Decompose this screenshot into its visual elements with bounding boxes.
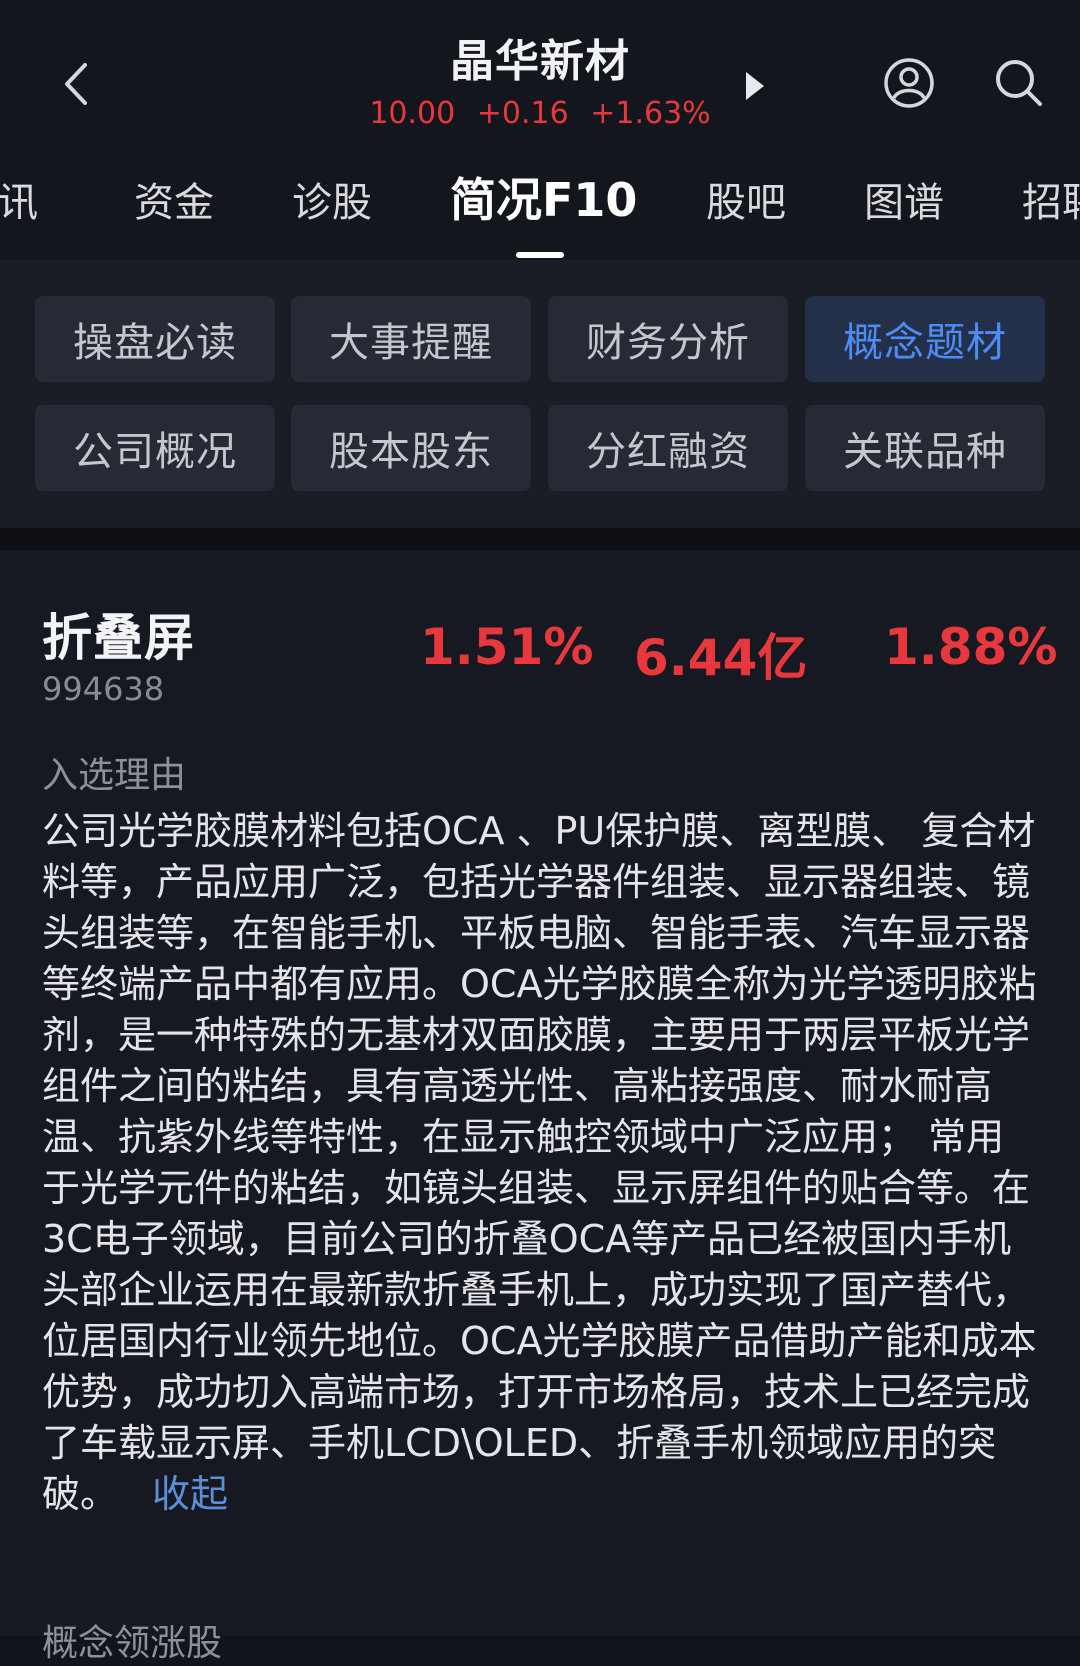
tab-graph[interactable]: 图谱: [864, 177, 944, 229]
tab-bar: 资讯 资金 诊股 简况F10 股吧 图谱 招聘: [0, 165, 1080, 260]
stock-change-pct: +1.63%: [590, 95, 711, 131]
next-stock-button[interactable]: [744, 66, 774, 106]
section-related[interactable]: 关联品种: [805, 405, 1045, 491]
tab-funds[interactable]: 资金: [134, 177, 214, 229]
search-button[interactable]: [992, 56, 1046, 110]
reason-text: 公司光学胶膜材料包括OCA 、PU保护膜、离型膜、 复合材料等，产品应用广泛，包…: [42, 806, 1042, 1520]
stock-change: +0.16: [476, 95, 569, 131]
section-company-profile[interactable]: 公司概况: [35, 405, 275, 491]
section-divider: [0, 528, 1080, 550]
section-trading-guide[interactable]: 操盘必读: [35, 296, 275, 382]
collapse-link[interactable]: 收起: [152, 1472, 228, 1516]
section-dividends[interactable]: 分红融资: [548, 405, 788, 491]
concept-stat-pct: 1.88%: [884, 618, 1058, 676]
section-shareholders[interactable]: 股本股东: [291, 405, 531, 491]
tab-forum[interactable]: 股吧: [706, 177, 786, 229]
tab-diagnosis[interactable]: 诊股: [292, 177, 372, 229]
tab-news[interactable]: 资讯: [0, 177, 38, 229]
reason-body: 公司光学胶膜材料包括OCA 、PU保护膜、离型膜、 复合材料等，产品应用广泛，包…: [42, 809, 1037, 1516]
tab-recruit[interactable]: 招聘: [1022, 177, 1080, 229]
user-icon: [884, 58, 934, 108]
user-button[interactable]: [882, 56, 936, 110]
play-right-icon: [746, 72, 764, 100]
active-tab-indicator: [516, 252, 564, 258]
section-events[interactable]: 大事提醒: [291, 296, 531, 382]
search-icon: [996, 60, 1042, 106]
tab-f10[interactable]: 简况F10: [450, 171, 637, 231]
concept-amount: 6.44亿: [634, 629, 808, 687]
concept-card: 折叠屏 994638 1.51% 6.44亿 1.88% 入选理由 公司光学胶膜…: [0, 550, 1080, 1664]
concept-code: 994638: [42, 670, 165, 708]
section-financials[interactable]: 财务分析: [548, 296, 788, 382]
f10-section-grid: 操盘必读 大事提醒 财务分析 概念题材 公司概况 股本股东 分红融资 关联品种: [0, 260, 1080, 528]
concept-change-pct: 1.51%: [420, 618, 594, 676]
stock-header: 晶华新材 10.00 +0.16 +1.63%: [0, 0, 1080, 165]
reason-label: 入选理由: [42, 755, 187, 796]
leading-stocks-label: 概念领涨股: [42, 1623, 223, 1664]
stock-price: 10.00: [369, 95, 456, 131]
concept-name[interactable]: 折叠屏: [42, 598, 195, 670]
section-concepts[interactable]: 概念题材: [805, 296, 1045, 382]
